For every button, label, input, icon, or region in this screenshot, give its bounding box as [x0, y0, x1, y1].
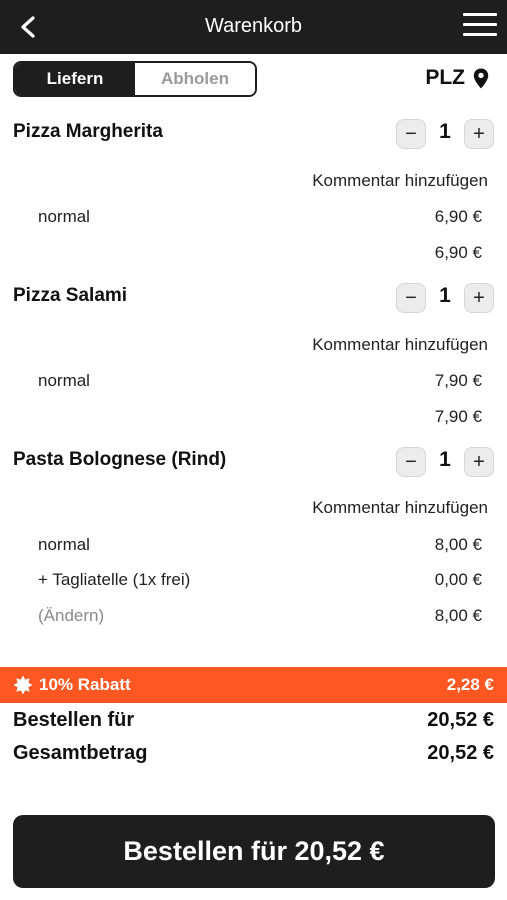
- increase-quantity-button[interactable]: +: [464, 447, 494, 477]
- variant-price: 6,90 €: [434, 207, 482, 226]
- top-bar: Warenkorb: [0, 0, 507, 54]
- discount-amount: 2,28 €: [446, 675, 494, 694]
- variant-label: normal: [38, 535, 90, 554]
- tab-liefern[interactable]: Liefern: [15, 63, 135, 95]
- plus-icon: +: [473, 122, 485, 145]
- item-subtotal: 7,90 €: [434, 407, 482, 426]
- total-label: Gesamtbetrag: [13, 742, 148, 764]
- extra-price: 0,00 €: [434, 570, 482, 589]
- item-name: Pasta Bolognese (Rind): [13, 449, 227, 470]
- badge-sun-icon: [13, 675, 33, 695]
- item-name: Pizza Margherita: [13, 121, 163, 142]
- location-pin-icon: [473, 68, 489, 88]
- order-for-label: Bestellen für: [13, 709, 135, 731]
- decrease-quantity-button[interactable]: −: [396, 119, 426, 149]
- discount-bar: 10% Rabatt 2,28 €: [0, 667, 507, 703]
- hamburger-menu-icon: [463, 13, 497, 16]
- quantity-value: 1: [439, 284, 451, 307]
- decrease-quantity-button[interactable]: −: [396, 283, 426, 313]
- tab-abholen[interactable]: Abholen: [135, 63, 255, 95]
- change-options-link[interactable]: (Ändern): [38, 606, 104, 626]
- item-name: Pizza Salami: [13, 285, 128, 306]
- order-button[interactable]: Bestellen für 20,52 €: [13, 815, 495, 888]
- delivery-mode-toggle: Liefern Abholen: [13, 61, 257, 97]
- item-subtotal: 8,00 €: [434, 606, 482, 625]
- minus-icon: −: [405, 450, 417, 473]
- hamburger-menu-button[interactable]: [463, 13, 497, 41]
- order-for-value: 20,52 €: [427, 709, 494, 731]
- decrease-quantity-button[interactable]: −: [396, 447, 426, 477]
- plz-label: PLZ: [425, 66, 465, 89]
- plus-icon: +: [473, 450, 485, 473]
- plus-icon: +: [473, 286, 485, 309]
- variant-price: 8,00 €: [434, 535, 482, 554]
- minus-icon: −: [405, 286, 417, 309]
- extra-label: + Tagliatelle (1x frei): [38, 570, 191, 589]
- variant-label: normal: [38, 371, 90, 390]
- discount-label: 10% Rabatt: [39, 675, 131, 694]
- add-comment-link[interactable]: Kommentar hinzufügen: [312, 498, 488, 518]
- total-value: 20,52 €: [427, 742, 494, 764]
- plz-selector[interactable]: PLZ: [425, 66, 489, 90]
- quantity-value: 1: [439, 120, 451, 143]
- add-comment-link[interactable]: Kommentar hinzufügen: [312, 335, 488, 355]
- increase-quantity-button[interactable]: +: [464, 119, 494, 149]
- add-comment-link[interactable]: Kommentar hinzufügen: [312, 171, 488, 191]
- item-subtotal: 6,90 €: [434, 243, 482, 262]
- variant-price: 7,90 €: [434, 371, 482, 390]
- variant-label: normal: [38, 207, 90, 226]
- page-title: Warenkorb: [204, 15, 303, 37]
- minus-icon: −: [405, 122, 417, 145]
- quantity-value: 1: [439, 448, 451, 471]
- increase-quantity-button[interactable]: +: [464, 283, 494, 313]
